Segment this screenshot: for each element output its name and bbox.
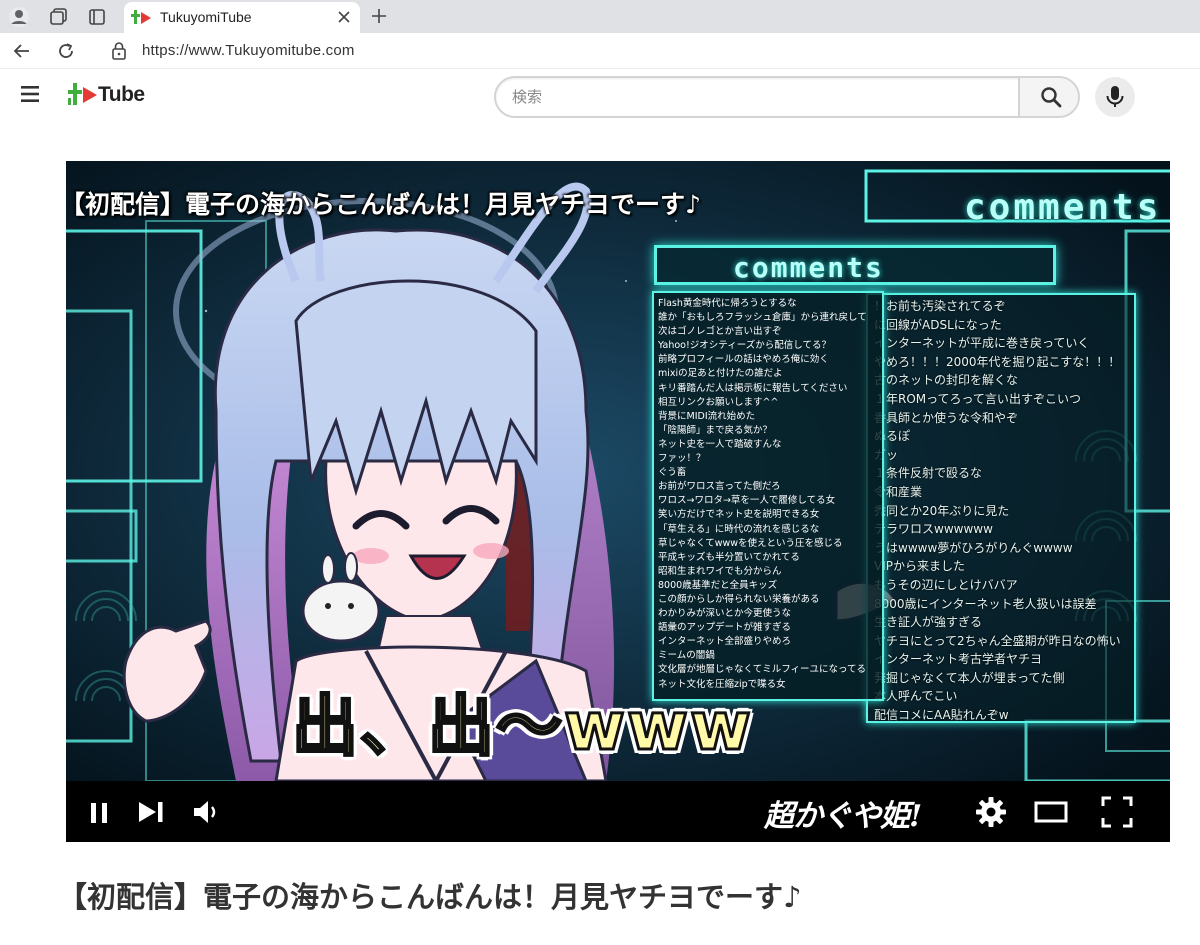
fullscreen-icon bbox=[1101, 796, 1133, 828]
tab-actions-icon[interactable] bbox=[84, 4, 110, 30]
comment-line: 香具師とか使うな令和やぞ bbox=[874, 410, 1019, 425]
comment-line: 令和産業 bbox=[874, 484, 923, 499]
comment-line: 本人呼んでこい bbox=[874, 689, 958, 704]
comment-line: mixiの足あと付けたの誰だよ bbox=[658, 368, 783, 380]
new-tab-icon[interactable] bbox=[370, 7, 388, 25]
settings-button[interactable] bbox=[974, 795, 1008, 829]
comment-line: ネット史を一人で踏破すんな bbox=[658, 438, 782, 450]
comment-line: Flash黄金時代に帰ろうとするな bbox=[658, 298, 797, 309]
video-title: 【初配信】電子の海からこんばんは！月見ヤチヨでーす♪ bbox=[58, 880, 802, 914]
comment-line: 次はゴノレゴとか言い出すぞ bbox=[658, 326, 782, 338]
comment-line: ガッ bbox=[874, 447, 899, 462]
comment-line: インターネット考古学者ヤチヨ bbox=[874, 652, 1043, 667]
comment-line: 発掘じゃなくて本人が埋まってた側 bbox=[874, 670, 1065, 685]
comment-line: もうその辺にしとけババア bbox=[874, 577, 1018, 592]
search-icon bbox=[1041, 87, 1062, 108]
comment-line: 古のネットの封印を解くな bbox=[874, 373, 1019, 388]
comment-line: キリ番踏んだ人は掲示板に報告してください bbox=[658, 382, 848, 394]
volume-button[interactable] bbox=[190, 795, 224, 829]
comments-header-panel: comments bbox=[654, 245, 1056, 285]
player-controls: 超かぐや姫! bbox=[66, 781, 1170, 842]
comment-line: 「草生える」に時代の流れを感じるな bbox=[658, 523, 820, 535]
site-logo[interactable]: Tube bbox=[66, 80, 154, 110]
comment-line: 前略プロフィールの話はやめろ俺に効く bbox=[658, 354, 829, 366]
video-player[interactable]: comments ！お前も汚染されてるぞ に回線がADSLになったインターネットが… bbox=[66, 161, 1170, 842]
next-button[interactable] bbox=[134, 795, 168, 829]
comments-banner-large: comments bbox=[964, 187, 1162, 228]
comment-line: 昭和生まれワイでも分からん bbox=[658, 565, 782, 577]
volume-icon bbox=[194, 801, 216, 823]
comment-line: 草じゃなくてwwwを使えという圧を感じる bbox=[658, 537, 843, 549]
comment-line: 笑い方だけでネット史を説明できる女 bbox=[658, 509, 820, 521]
comment-line: 8000歳にインターネット老人扱いは誤差 bbox=[874, 596, 1097, 611]
video-overlay-title: 【初配信】電子の海からこんばんは！月見ヤチヨでーす♪ bbox=[66, 190, 701, 219]
comment-line: ！お前も汚染されてるぞ bbox=[874, 299, 1006, 313]
profile-icon[interactable] bbox=[6, 4, 32, 30]
comment-line: インターネット全部盛りやめろ bbox=[658, 636, 792, 648]
comment-line: この顔からしか得られない栄養がある bbox=[658, 593, 820, 605]
comment-line: お前がワロス言ってた側だろ bbox=[658, 481, 781, 493]
search-button[interactable] bbox=[1018, 78, 1078, 116]
comment-line: ミームの闇鍋 bbox=[658, 650, 715, 662]
comment-line: うはwwww夢がひろがりんぐwwww bbox=[874, 540, 1073, 555]
theater-mode-button[interactable] bbox=[1034, 795, 1068, 829]
voice-search-button[interactable] bbox=[1095, 77, 1135, 117]
menu-icon[interactable] bbox=[20, 85, 40, 103]
pause-button[interactable] bbox=[82, 795, 116, 829]
video-frame[interactable]: comments ！お前も汚染されてるぞ に回線がADSLになったインターネットが… bbox=[66, 161, 1170, 781]
comments-header-text: comments bbox=[733, 251, 884, 284]
comment-line: １条件反射で殴るな bbox=[874, 466, 983, 481]
comment-line: ぬるぽ bbox=[874, 429, 911, 444]
comment-line: ヤチヨにとって2ちゃん全盛期が昨日なの怖い bbox=[874, 633, 1121, 648]
search-box bbox=[494, 76, 1080, 118]
active-tab[interactable]: TukuyomiTube bbox=[124, 2, 360, 33]
url-text[interactable]: https://www.Tukuyomitube.com bbox=[142, 42, 355, 59]
comment-line: ぐう畜 bbox=[658, 467, 687, 479]
comment-line: ファッ！？ bbox=[658, 453, 706, 465]
theater-mode-icon bbox=[1034, 801, 1068, 823]
comment-line: テラワロスwwwwww bbox=[874, 522, 993, 537]
pause-icon bbox=[91, 803, 107, 823]
logo-text: Tube bbox=[98, 83, 145, 106]
close-tab-icon[interactable] bbox=[336, 9, 352, 25]
fullscreen-button[interactable] bbox=[1100, 795, 1134, 829]
search-input[interactable] bbox=[496, 78, 1016, 116]
comment-line: 8000歳基準だと全員キッズ bbox=[658, 579, 778, 591]
comment-line: やめろ！！！2000年代を掘り起こすな！！！ bbox=[874, 354, 1121, 369]
comment-line: 禿同とか20年ぶりに見た bbox=[874, 503, 1010, 518]
comment-line: 平成キッズも半分置いてかれてる bbox=[658, 551, 800, 563]
comment-line: 背景にMIDI流れ始めた bbox=[658, 410, 756, 422]
browser-tab-bar: TukuyomiTube bbox=[0, 0, 1200, 33]
comment-list-secondary: ！お前も汚染されてるぞ に回線がADSLになったインターネットが平成に巻き戻ってい… bbox=[866, 293, 1136, 723]
workspaces-icon[interactable] bbox=[46, 4, 72, 30]
refresh-icon[interactable] bbox=[56, 41, 76, 61]
comment-line: 「陰陽師」まで戻る気か？ bbox=[658, 424, 773, 436]
comment-line: 語彙のアップデートが雑すぎる bbox=[658, 622, 792, 634]
comment-list-primary: Flash黄金時代に帰ろうとするな誰か「おもしろフラッシュ倉庫」から連れ戻して次… bbox=[652, 291, 884, 701]
lock-icon[interactable] bbox=[110, 41, 128, 61]
comment-line: 生き証人が強すぎる bbox=[874, 615, 983, 630]
gear-icon bbox=[976, 797, 1006, 827]
back-arrow-icon[interactable] bbox=[12, 41, 32, 61]
comment-line: 配信コメにAA貼れんぞw bbox=[874, 708, 1009, 723]
address-bar: https://www.Tukuyomitube.com bbox=[0, 33, 1200, 69]
skip-next-icon bbox=[139, 802, 163, 822]
comment-line: VIPから来ました bbox=[874, 559, 965, 574]
comment-line: に回線がADSLになった bbox=[874, 317, 1002, 332]
video-caption: 出、出〜www bbox=[291, 687, 753, 767]
comment-line: インターネットが平成に巻き戻っていく bbox=[874, 336, 1090, 351]
comment-line: わかりみが深いとか今更使うな bbox=[658, 608, 792, 620]
microphone-icon bbox=[1106, 86, 1124, 107]
comment-line: Yahoo!ジオシティーズから配信してる？ bbox=[658, 340, 831, 352]
site-favicon-icon bbox=[130, 8, 152, 28]
comment-line: ワロス→ワロタ→草を一人で履修してる女 bbox=[658, 495, 836, 507]
comment-line: 誰か「おもしろフラッシュ倉庫」から連れ戻して bbox=[658, 312, 867, 324]
tab-title: TukuyomiTube bbox=[160, 9, 252, 25]
comment-line: 相互リンクお願いします^^ bbox=[658, 396, 779, 408]
comment-line: １年ROMってろって言い出すぞこいつ bbox=[874, 391, 1081, 406]
brand-watermark: 超かぐや姫! bbox=[764, 799, 922, 834]
